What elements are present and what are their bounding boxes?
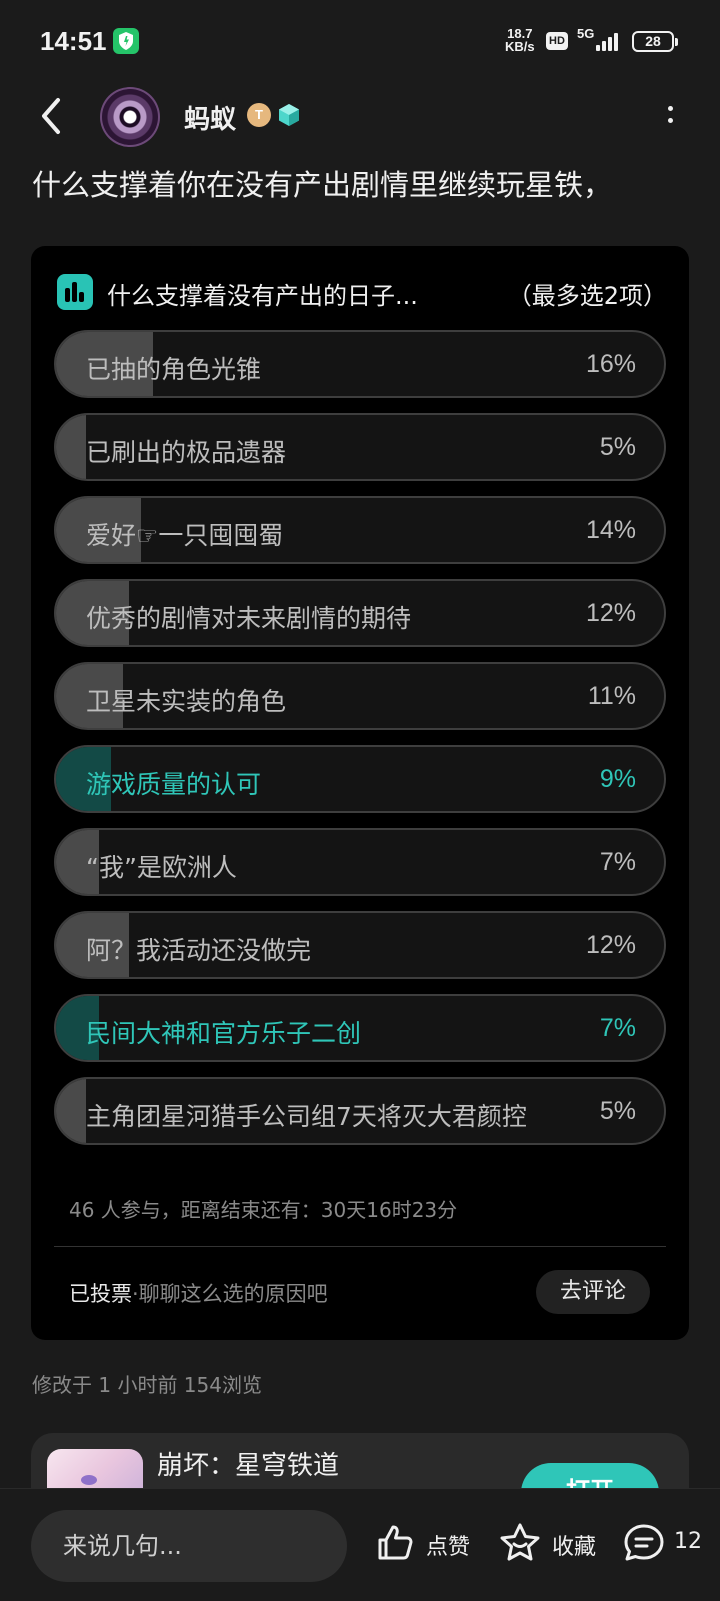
poll-option-percent: 5% — [599, 1097, 636, 1125]
poll-selection-limit: （最多选2项） — [507, 282, 667, 310]
comment-input[interactable]: 来说几句... — [31, 1510, 347, 1582]
comment-count-button[interactable]: 12 — [622, 1518, 702, 1568]
voted-status: 已投票·聊聊这么选的原因吧 — [69, 1278, 328, 1308]
poll-option[interactable]: 优秀的剧情对未来剧情的期待 12% — [54, 579, 666, 647]
poll-option-percent: 11% — [587, 682, 636, 710]
poll-option[interactable]: 已抽的角色光锥 16% — [54, 330, 666, 398]
poll-option-label: 游戏质量的认可 — [86, 770, 262, 799]
poll-option-label: 已刷出的极品遗器 — [86, 438, 287, 467]
battery-indicator: 28 — [632, 31, 678, 52]
poll-header: 什么支撑着没有产出的日子... （最多选2项） — [57, 272, 667, 312]
poll-option[interactable]: 主角团星河猎手公司组7天将灭大君颜控 5% — [54, 1077, 666, 1145]
favorite-button[interactable]: 收藏 — [498, 1518, 598, 1568]
comment-icon — [624, 1524, 664, 1561]
post-meta: 修改于 1 小时前 154浏览 — [32, 1373, 262, 1397]
divider — [54, 1246, 666, 1247]
bottom-bar: 来说几句... 点赞 收藏 12 — [0, 1488, 720, 1601]
favorite-icon — [500, 1523, 540, 1561]
like-label: 点赞 — [426, 1535, 471, 1560]
network-speed: 18.7 KB/s — [505, 27, 535, 53]
poll-title: 什么支撑着没有产出的日子... — [107, 282, 418, 310]
poll-option-fill — [56, 1079, 87, 1143]
level-badge: T — [247, 103, 271, 127]
poll-option-label: 已抽的角色光锥 — [86, 355, 262, 384]
avatar[interactable] — [100, 87, 160, 147]
poll-option-label: 爱好☞一只囤囤蜀 — [86, 521, 284, 550]
network-speed-unit: KB/s — [505, 39, 535, 54]
poll-option-label: 阿？我活动还没做完 — [86, 936, 312, 965]
poll-option[interactable]: 已刷出的极品遗器 5% — [54, 413, 666, 481]
poll-option-fill — [56, 415, 87, 479]
poll-option[interactable]: 阿？我活动还没做完 12% — [54, 911, 666, 979]
favorite-label: 收藏 — [552, 1535, 597, 1560]
poll-option-label: 主角团星河猎手公司组7天将灭大君颜控 — [86, 1102, 527, 1131]
poll-option-percent: 12% — [585, 931, 636, 959]
poll-option-percent: 14% — [585, 516, 636, 544]
poll-option-label: 卫星未实装的角色 — [86, 687, 287, 716]
shield-icon — [113, 28, 139, 54]
poll-option-percent: 7% — [599, 1014, 636, 1042]
back-arrow-icon[interactable] — [34, 96, 70, 136]
poll-option[interactable]: 民间大神和官方乐子二创 7% — [54, 994, 666, 1062]
poll-option[interactable]: “我”是欧洲人 7% — [54, 828, 666, 896]
poll-option-percent: 7% — [599, 848, 636, 876]
poll-option-percent: 12% — [585, 599, 636, 627]
signal-icon — [596, 33, 618, 51]
poll-stats: 46 人参与，距离结束还有：30天16时23分 — [69, 1198, 458, 1222]
poll-option[interactable]: 游戏质量的认可 9% — [54, 745, 666, 813]
post-title: 什么支撑着你在没有产出剧情里继续玩星铁， — [32, 168, 613, 202]
poll-option[interactable]: 爱好☞一只囤囤蜀 14% — [54, 496, 666, 564]
poll-option-percent: 5% — [599, 433, 636, 461]
game-name: 崩坏：星穹铁道 — [157, 1451, 340, 1481]
poll-option-label: “我”是欧洲人 — [86, 853, 237, 882]
voted-hint: ·聊聊这么选的原因吧 — [132, 1282, 328, 1306]
poll-option[interactable]: 卫星未实装的角色 11% — [54, 662, 666, 730]
username[interactable]: 蚂蚁 — [184, 99, 236, 136]
poll-chart-icon — [57, 274, 93, 310]
voted-label: 已投票 — [69, 1282, 132, 1306]
poll-option-label: 民间大神和官方乐子二创 — [86, 1019, 362, 1048]
network-type: 5G — [577, 26, 595, 41]
like-button[interactable]: 点赞 — [374, 1518, 474, 1568]
status-time: 14:51 — [40, 26, 107, 56]
poll-option-percent: 9% — [599, 765, 636, 793]
like-icon — [378, 1525, 413, 1560]
poll-option-label: 优秀的剧情对未来剧情的期待 — [86, 604, 412, 633]
status-bar: 14:51 18.7 KB/s HD 5G 28 — [0, 0, 720, 84]
go-comment-button[interactable]: 去评论 — [536, 1270, 650, 1314]
more-icon[interactable] — [660, 102, 680, 132]
cube-badge-icon — [276, 102, 302, 128]
poll-card: 什么支撑着没有产出的日子... （最多选2项） 已抽的角色光锥 16% 已刷出的极品… — [31, 246, 689, 1340]
hd-badge: HD — [546, 32, 568, 50]
poll-option-percent: 16% — [585, 350, 636, 378]
comment-count: 12 — [674, 1529, 702, 1554]
